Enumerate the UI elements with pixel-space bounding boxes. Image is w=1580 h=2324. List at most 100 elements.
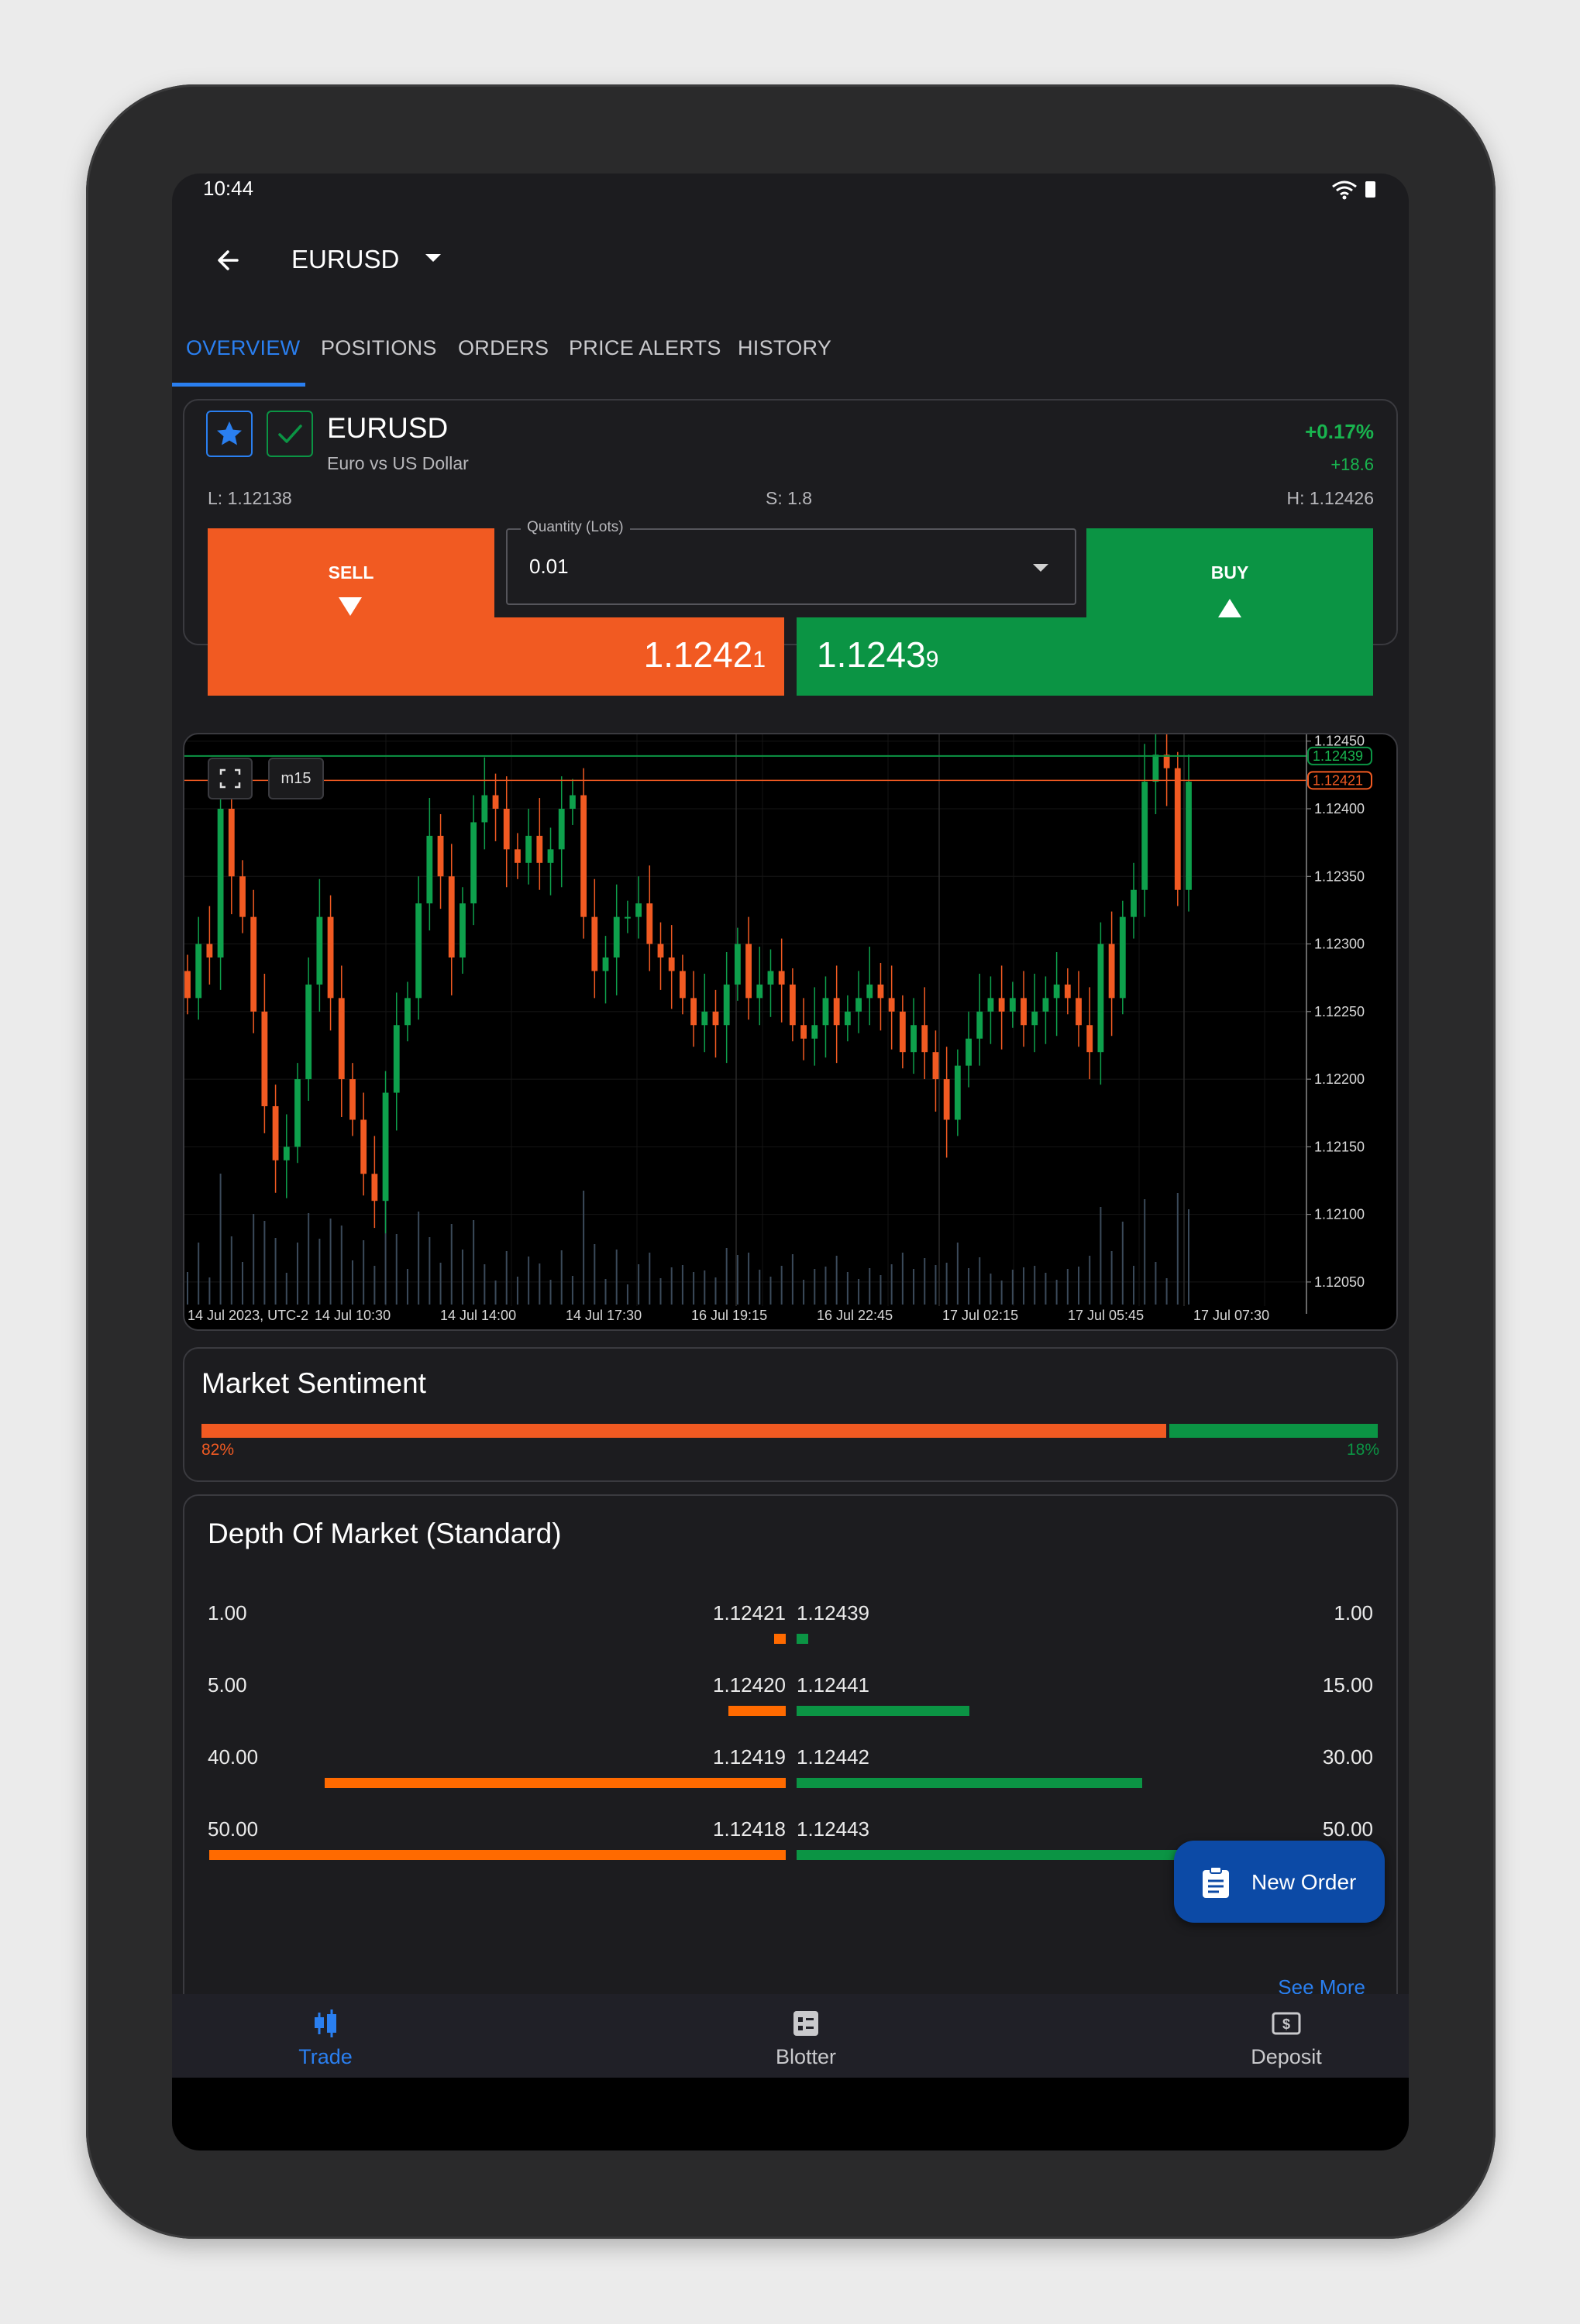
sentiment-sell-bar: [201, 1424, 1166, 1438]
candle: [481, 795, 488, 823]
volume-bar: [714, 1277, 717, 1305]
nav-trade[interactable]: Trade: [263, 2000, 387, 2075]
check-icon[interactable]: [267, 411, 313, 457]
volume-bar: [1045, 1273, 1047, 1305]
volume-bar: [560, 1250, 563, 1305]
candle: [998, 998, 1005, 1012]
volume-bar: [329, 1219, 332, 1305]
candle: [1064, 984, 1071, 999]
candle: [327, 916, 334, 999]
volume-bar: [274, 1238, 277, 1305]
depth-title: Depth Of Market (Standard): [208, 1518, 562, 1549]
app-screen: 10:44 EURUSD OVERVIEW POSITIONS ORDERS P…: [172, 174, 1409, 2150]
new-order-button[interactable]: New Order: [1174, 1841, 1385, 1923]
dom-buy-bar: [797, 1634, 808, 1644]
nav-blotter-label: Blotter: [775, 2045, 837, 2068]
volume-bar: [253, 1214, 255, 1305]
volume-bar: [549, 1280, 552, 1305]
volume-bar: [1078, 1267, 1080, 1305]
volume-bar: [1165, 1278, 1168, 1305]
y-tick-label: 1.12300: [1314, 937, 1365, 952]
volume-bar: [824, 1267, 827, 1305]
candle: [305, 984, 312, 1080]
candle: [613, 916, 620, 957]
quantity-dropdown-icon[interactable]: [1033, 564, 1048, 572]
candle: [1009, 998, 1016, 1012]
candle: [492, 795, 499, 809]
volume-bar: [516, 1277, 518, 1305]
quantity-field[interactable]: 0.01: [506, 528, 1076, 605]
candle: [833, 998, 840, 1026]
tab-positions[interactable]: POSITIONS: [321, 336, 437, 360]
tab-orders[interactable]: ORDERS: [458, 336, 549, 360]
volume-bar: [296, 1243, 298, 1305]
dom-sell-volume: 5.00: [208, 1673, 247, 1697]
caret-down-icon[interactable]: [425, 254, 441, 262]
volume-bar: [340, 1226, 343, 1305]
candle: [668, 957, 675, 971]
x-tick-label: 17 Jul 02:15: [942, 1308, 1018, 1323]
volume-bar: [230, 1236, 232, 1305]
tab-price-alerts[interactable]: PRICE ALERTS: [569, 336, 721, 360]
candle: [888, 998, 895, 1012]
volume-bar: [1155, 1262, 1157, 1305]
nav-blotter[interactable]: Blotter: [744, 2000, 868, 2075]
price-chart[interactable]: 1.12439 1.12421 1.12450 1.12400 1.12350 1.12…: [183, 733, 1398, 1331]
y-tick-label: 1.12150: [1314, 1139, 1365, 1154]
volume-bar: [208, 1277, 211, 1305]
volume-bar: [990, 1274, 992, 1305]
x-tick-label: 17 Jul 05:45: [1068, 1308, 1144, 1323]
candle: [635, 903, 642, 917]
candle: [1119, 916, 1126, 999]
volume-bar: [879, 1275, 882, 1305]
x-tick-label: 17 Jul 07:30: [1193, 1308, 1269, 1323]
candle: [602, 957, 609, 971]
volume-bar: [484, 1264, 486, 1305]
volume-bar: [1055, 1280, 1058, 1305]
y-tick-label: 1.12400: [1314, 801, 1365, 816]
back-arrow-icon[interactable]: [209, 242, 246, 279]
volume-bar: [406, 1269, 408, 1305]
volume-bar: [528, 1257, 530, 1305]
tab-history[interactable]: HISTORY: [738, 336, 831, 360]
volume-bar: [604, 1279, 607, 1305]
x-tick-label: 14 Jul 10:30: [315, 1308, 391, 1323]
candle: [1076, 998, 1082, 1026]
tab-overview[interactable]: OVERVIEW: [186, 336, 300, 360]
dom-buy-price: 1.12439: [797, 1601, 869, 1624]
volume-bar: [979, 1257, 981, 1305]
candle: [360, 1119, 367, 1174]
x-tick-label: 14 Jul 14:00: [440, 1308, 516, 1323]
candle: [723, 984, 730, 1026]
favorite-star-icon[interactable]: [206, 411, 253, 457]
timeframe-button[interactable]: m15: [268, 758, 324, 799]
volume-bar: [539, 1263, 541, 1305]
candle: [855, 998, 862, 1012]
y-tick-label: 1.12050: [1314, 1274, 1365, 1290]
candle: [778, 971, 785, 985]
candle: [625, 916, 631, 919]
quantity-value[interactable]: 0.01: [529, 555, 569, 579]
dom-sell-bar: [774, 1634, 786, 1644]
candle: [910, 1025, 917, 1053]
candlestick-icon: [310, 2008, 341, 2043]
dom-buy-volume: 15.00: [1322, 1673, 1373, 1697]
change-percent: +0.17%: [1305, 420, 1374, 443]
candle: [338, 998, 345, 1080]
clipboard-icon: [1200, 1865, 1231, 1903]
candle: [206, 944, 213, 957]
candle: [503, 809, 510, 850]
volume-bar: [945, 1263, 948, 1305]
candle: [1097, 944, 1104, 1053]
system-nav-bar: [172, 2078, 1409, 2150]
page-title[interactable]: EURUSD: [291, 245, 399, 274]
candle: [1186, 782, 1192, 890]
high-price: H: 1.12426: [1286, 488, 1374, 508]
nav-deposit[interactable]: $ Deposit: [1224, 2000, 1348, 2075]
sell-price: 1.12421: [643, 634, 766, 675]
candle: [657, 944, 664, 957]
candle: [184, 971, 191, 999]
candle: [404, 998, 411, 1026]
fullscreen-icon[interactable]: [208, 758, 253, 799]
volume-bar: [803, 1280, 805, 1305]
